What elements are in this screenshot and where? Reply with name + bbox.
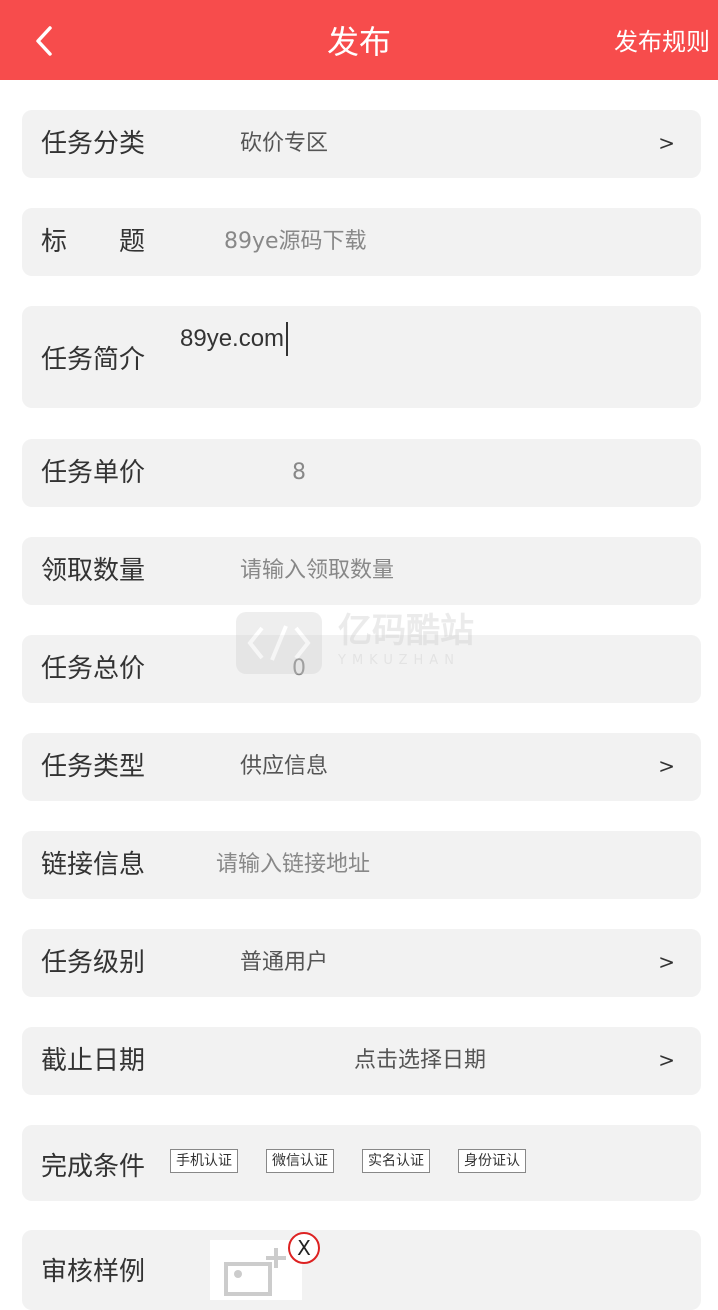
page-title: 发布	[326, 23, 391, 61]
deadline-label: 截止日期	[41, 1046, 146, 1076]
chevron-right-icon: >	[658, 1048, 675, 1072]
task-type-row[interactable]: 任务类型 供应信息 >	[22, 733, 701, 801]
quantity-label: 领取数量	[41, 556, 146, 586]
task-level-label: 任务级别	[41, 948, 146, 978]
title-row: 标 题 89ye源码下载	[22, 208, 701, 276]
deadline-picker[interactable]: 点击选择日期	[354, 1045, 486, 1077]
intro-label: 任务简介	[41, 345, 146, 375]
task-category-row[interactable]: 任务分类 砍价专区 >	[22, 110, 701, 178]
delete-image-icon[interactable]: X	[288, 1232, 320, 1264]
task-level-value: 普通用户	[240, 950, 329, 975]
unit-price-label: 任务单价	[41, 458, 146, 488]
link-input[interactable]: 请输入链接地址	[216, 849, 370, 881]
condition-tag-wechat[interactable]: 微信认证	[266, 1149, 334, 1173]
condition-tag-idcard[interactable]: 身份证认	[458, 1149, 526, 1173]
intro-textarea[interactable]: 89ye.com	[180, 322, 289, 356]
chevron-right-icon: >	[658, 950, 675, 974]
link-row: 链接信息 请输入链接地址	[22, 831, 701, 899]
task-type-value: 供应信息	[240, 754, 329, 779]
watermark-logo: 亿码酷站 YMKUZHAN	[236, 612, 486, 674]
code-bracket-icon	[236, 612, 322, 674]
sample-label: 审核样例	[41, 1257, 146, 1287]
conditions-label: 完成条件	[41, 1152, 146, 1182]
unit-price-row: 任务单价 8	[22, 439, 701, 507]
task-level-row[interactable]: 任务级别 普通用户 >	[22, 929, 701, 997]
title-label: 标 题	[41, 227, 146, 257]
conditions-row: 完成条件 手机认证 微信认证 实名认证 身份证认	[22, 1125, 701, 1201]
total-price-label: 任务总价	[41, 654, 146, 684]
link-label: 链接信息	[41, 850, 146, 880]
watermark-subtext: YMKUZHAN	[338, 653, 460, 668]
task-category-label: 任务分类	[41, 129, 146, 159]
title-input[interactable]: 89ye源码下载	[224, 226, 367, 258]
unit-price-input[interactable]: 8	[292, 457, 306, 489]
publish-rules-link[interactable]: 发布规则	[614, 24, 710, 60]
intro-row: 任务简介 89ye.com	[22, 306, 701, 408]
watermark-text: 亿码酷站	[338, 611, 474, 651]
chevron-right-icon: >	[658, 131, 675, 155]
task-type-label: 任务类型	[41, 752, 146, 782]
chevron-right-icon: >	[658, 754, 675, 778]
sample-row: 审核样例 X	[22, 1230, 701, 1310]
deadline-row[interactable]: 截止日期 点击选择日期 >	[22, 1027, 701, 1095]
condition-tag-realname[interactable]: 实名认证	[362, 1149, 430, 1173]
quantity-row: 领取数量 请输入领取数量	[22, 537, 701, 605]
task-category-value: 砍价专区	[240, 131, 329, 156]
header-bar: 发布 发布规则	[0, 0, 718, 80]
condition-tag-phone[interactable]: 手机认证	[170, 1149, 238, 1173]
quantity-input[interactable]: 请输入领取数量	[240, 555, 394, 587]
